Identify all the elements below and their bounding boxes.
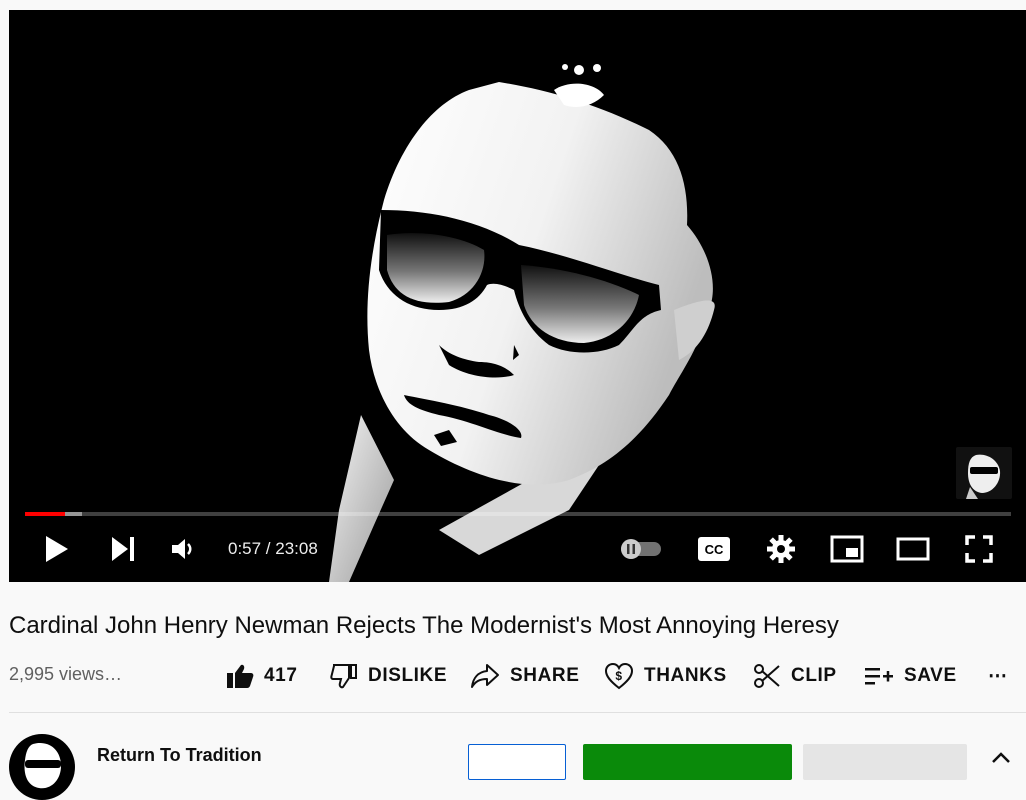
settings-button[interactable] xyxy=(759,525,803,573)
play-button[interactable] xyxy=(35,525,79,573)
subscribe-button[interactable] xyxy=(583,744,792,780)
save-button[interactable]: SAVE xyxy=(864,656,957,696)
fullscreen-icon xyxy=(965,535,993,563)
dislike-label: DISLIKE xyxy=(368,665,448,686)
heart-dollar-icon: $ xyxy=(604,662,634,690)
channel-avatar[interactable] xyxy=(9,734,75,800)
volume-button[interactable] xyxy=(161,525,205,573)
divider xyxy=(9,712,1026,713)
like-count: 417 xyxy=(264,665,298,686)
theater-mode-button[interactable] xyxy=(891,525,935,573)
clip-label: CLIP xyxy=(791,665,837,686)
autoplay-toggle-icon xyxy=(621,539,661,559)
share-button[interactable]: SHARE xyxy=(470,656,580,696)
more-actions-button[interactable]: ⋯ xyxy=(988,656,1008,696)
playlist-add-icon xyxy=(865,668,893,685)
thanks-button[interactable]: $ THANKS xyxy=(604,656,727,696)
join-button[interactable] xyxy=(468,744,566,780)
video-frame-artwork xyxy=(329,64,715,582)
dislike-button[interactable]: DISLIKE xyxy=(330,656,447,696)
next-button[interactable] xyxy=(101,525,145,573)
svg-text:CC: CC xyxy=(705,542,724,557)
thumbs-up-icon xyxy=(227,664,254,688)
captions-icon: CC xyxy=(698,537,730,561)
captions-button[interactable]: CC xyxy=(691,525,737,573)
autoplay-toggle[interactable] xyxy=(615,525,667,573)
video-player[interactable]: 0:57 / 23:08 CC xyxy=(9,10,1026,582)
more-icon: ⋯ xyxy=(988,665,1008,687)
miniplayer-button[interactable] xyxy=(825,525,869,573)
subscribed-button[interactable] xyxy=(803,744,967,780)
share-label: SHARE xyxy=(510,665,580,686)
scissors-icon xyxy=(754,664,780,688)
share-icon xyxy=(471,664,499,688)
settings-icon xyxy=(767,535,795,563)
time-display: 0:57 / 23:08 xyxy=(228,539,318,558)
svg-text:$: $ xyxy=(615,669,622,683)
play-icon xyxy=(46,536,68,562)
video-title: Cardinal John Henry Newman Rejects The M… xyxy=(9,612,839,639)
player-controls: 0:57 / 23:08 CC xyxy=(9,525,1026,573)
clip-button[interactable]: CLIP xyxy=(753,656,837,696)
progress-bar[interactable] xyxy=(25,512,1011,516)
miniplayer-icon xyxy=(830,535,864,563)
thumbs-down-icon xyxy=(330,664,357,689)
channel-watermark[interactable] xyxy=(956,447,1012,499)
played-bar xyxy=(25,512,66,516)
thanks-label: THANKS xyxy=(644,665,727,686)
channel-name[interactable]: Return To Tradition xyxy=(97,745,262,766)
volume-icon xyxy=(172,539,192,559)
save-label: SAVE xyxy=(904,665,957,686)
theater-icon xyxy=(896,537,930,561)
like-button[interactable]: 417 xyxy=(226,656,298,696)
next-icon xyxy=(112,537,134,561)
view-count[interactable]: 2,995 views… xyxy=(9,664,122,685)
fullscreen-button[interactable] xyxy=(957,525,1001,573)
